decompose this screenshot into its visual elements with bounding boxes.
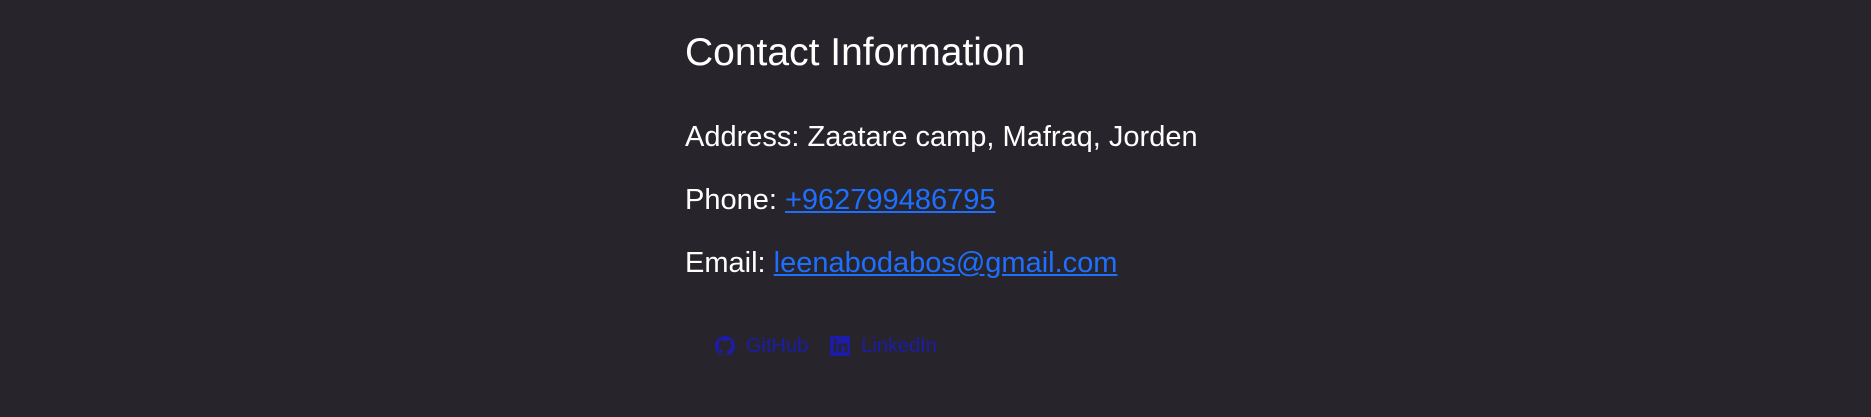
phone-line: Phone: +962799486795 [685, 183, 995, 217]
phone-link[interactable]: +962799486795 [785, 184, 995, 216]
github-label: GitHub [746, 335, 809, 357]
linkedin-icon [830, 336, 851, 356]
linkedin-link[interactable]: LinkedIn [830, 332, 937, 360]
address-line: Address: Zaatare camp, Mafraq, Jorden [685, 120, 1198, 154]
address-label: Address: [685, 121, 800, 153]
github-icon [715, 336, 735, 356]
contact-title: Contact Information [685, 31, 1026, 74]
linkedin-label: LinkedIn [861, 335, 937, 357]
address-value: Zaatare camp, Mafraq, Jorden [807, 121, 1198, 153]
social-links: GitHub LinkedIn [715, 332, 937, 360]
email-line: Email: leenabodabos@gmail.com [685, 246, 1117, 280]
github-link[interactable]: GitHub [715, 332, 808, 360]
phone-label: Phone: [685, 184, 777, 216]
email-label: Email: [685, 247, 766, 279]
email-link[interactable]: leenabodabos@gmail.com [774, 247, 1118, 279]
